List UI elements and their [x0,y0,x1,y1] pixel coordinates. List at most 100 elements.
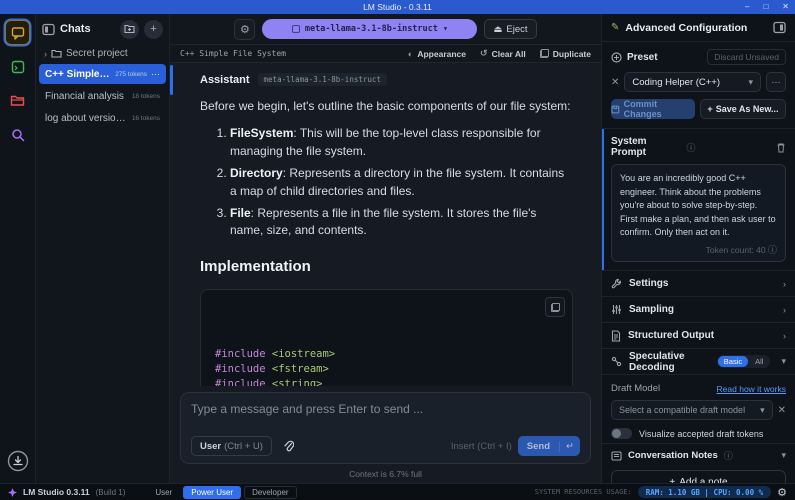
component-list: FileSystem: This will be the top-level c… [230,125,573,239]
message-input-box[interactable]: User (Ctrl + U) Insert (Ctrl + I) [180,392,591,464]
system-prompt-editor[interactable]: You are an incredibly good C++ engineer.… [611,164,786,262]
new-folder-button[interactable] [120,20,139,39]
collapse-panel-icon[interactable] [773,21,786,34]
preset-select[interactable]: Coding Helper (C++) ▾ [624,72,761,92]
message-body: Before we begin, let's outline the basic… [200,98,573,386]
preset-value: Coding Helper (C++) [632,77,720,88]
spec-mode-toggle[interactable]: Basic All [717,355,771,368]
chat-header: C++ Simple File System ◐ Appearance ↺ Cl… [170,45,601,63]
scrollbar-indicator[interactable] [170,65,173,95]
chevron-right-icon: › [783,305,786,315]
chats-title: Chats [60,23,91,35]
chat-item-label: Financial analysis [45,91,128,102]
new-chat-button[interactable]: + [144,20,163,39]
draft-model-select[interactable]: Select a compatible draft model ▾ [611,400,773,420]
eject-icon: ⏏ [493,24,502,35]
conversation-area[interactable]: Assistant meta-llama-3.1-8b-instruct Bef… [170,63,601,386]
chat-item-tokens: 18 tokens [132,93,160,100]
chat-item-tokens: 275 tokens [115,71,147,78]
message-role: Assistant [200,74,250,86]
nav-developer-button[interactable] [5,54,30,79]
window-controls: – □ ✕ [745,0,789,14]
chat-item-selected[interactable]: C++ Simple File System 275 tokens ⋯ [39,64,166,84]
settings-label: Settings [629,278,776,289]
send-button[interactable]: Send ↵ [518,436,580,456]
sliders-icon [611,304,622,315]
window-title: LM Studio - 0.3.11 [363,2,432,12]
spec-mode-basic[interactable]: Basic [718,356,748,367]
chat-bubble-icon [11,26,25,40]
speculative-decoding-label: Speculative Decoding [629,351,710,373]
draft-model-label: Draft Model [611,383,717,394]
maximize-icon[interactable]: □ [763,0,768,14]
read-how-it-works-link[interactable]: Read how it works [717,384,786,394]
trash-icon[interactable] [776,142,786,153]
download-icon [7,450,29,472]
gear-icon[interactable]: ⚙ [777,486,787,499]
minimize-icon[interactable]: – [745,0,749,14]
model-settings-button[interactable]: ⚙ [234,19,255,40]
role-shortcut: (Ctrl + U) [224,441,263,452]
mode-power-user[interactable]: Power User [183,486,241,499]
save-as-new-label: Save As New... [716,104,779,114]
list-item: FileSystem: This will be the top-level c… [230,125,573,160]
nav-my-models-button[interactable] [5,88,30,113]
clear-draft-icon[interactable]: ✕ [778,405,786,416]
system-prompt-label: System Prompt [611,136,682,158]
attach-button[interactable] [278,436,300,456]
preset-icon [611,52,622,63]
preset-label: Preset [627,52,702,63]
nav-chats-button[interactable] [5,20,30,45]
chevron-down-icon: ▾ [781,356,786,367]
preset-select-row: ✕ Coding Helper (C++) ▾ ⋯ [602,69,795,95]
section-sampling[interactable]: Sampling › [602,297,795,323]
section-settings[interactable]: Settings › [602,271,795,297]
ellipsis-icon[interactable]: ⋯ [151,69,160,80]
visualize-tokens-toggle[interactable] [611,428,632,439]
downloads-button[interactable] [5,448,30,473]
info-icon: ⓘ [724,449,733,462]
eject-button[interactable]: ⏏ Eject [484,19,536,39]
conversation-notes-section[interactable]: Conversation Notes ⓘ ▾ [602,443,795,467]
search-icon [11,128,25,142]
panel-title: Advanced Configuration [625,22,767,34]
nav-discover-button[interactable] [5,122,30,147]
visualize-tokens-label: Visualize accepted draft tokens [639,429,763,439]
structured-output-label: Structured Output [628,330,776,341]
clear-all-label: Clear All [492,49,526,59]
chat-item[interactable]: Financial analysis 18 tokens [39,86,166,106]
message-input[interactable] [191,402,580,436]
resources-usage-value[interactable]: RAM: 1.10 GB | CPU: 0.00 % [638,486,771,498]
section-structured-output[interactable]: Structured Output › [602,323,795,349]
chat-title: C++ Simple File System [180,49,286,58]
preset-menu-button[interactable]: ⋯ [766,72,786,92]
close-icon[interactable]: ✕ [782,0,789,14]
mode-user[interactable]: User [147,486,180,499]
chat-folder-row[interactable]: › Secret project [36,44,169,63]
model-selector[interactable]: meta-llama-3.1-8b-instruct ▾ [262,19,477,39]
save-as-new-button[interactable]: + Save As New... [700,99,786,119]
appearance-button[interactable]: ◐ Appearance [408,49,466,59]
mode-developer[interactable]: Developer [244,486,296,499]
code-block: #include <iostream>#include <fstream>#in… [200,289,573,386]
terminal-icon [11,60,25,74]
duplicate-label: Duplicate [553,49,591,59]
clear-all-button[interactable]: ↺ Clear All [480,48,526,59]
spec-mode-all[interactable]: All [749,356,769,367]
clear-preset-icon[interactable]: ✕ [611,77,619,88]
wrench-icon [611,278,622,289]
send-label: Send [518,441,559,452]
duplicate-button[interactable]: Duplicate [540,49,591,59]
chevron-right-icon: › [783,331,786,341]
discard-unsaved-button[interactable]: Discard Unsaved [707,49,786,65]
role-toggle-button[interactable]: User (Ctrl + U) [191,436,272,456]
insert-button[interactable]: Insert (Ctrl + I) [451,441,512,452]
chat-item[interactable]: log about version of ... 16 tokens [39,108,166,128]
panel-toggle-icon[interactable] [42,23,55,36]
copy-code-button[interactable] [545,297,565,317]
section-speculative-decoding[interactable]: Speculative Decoding Basic All ▾ [602,349,795,375]
model-name: meta-llama-3.1-8b-instruct [305,24,438,34]
chevron-down-icon: ▾ [781,450,786,461]
build-label: (Build 1) [96,488,126,497]
commit-changes-button[interactable]: Commit Changes [611,99,695,119]
